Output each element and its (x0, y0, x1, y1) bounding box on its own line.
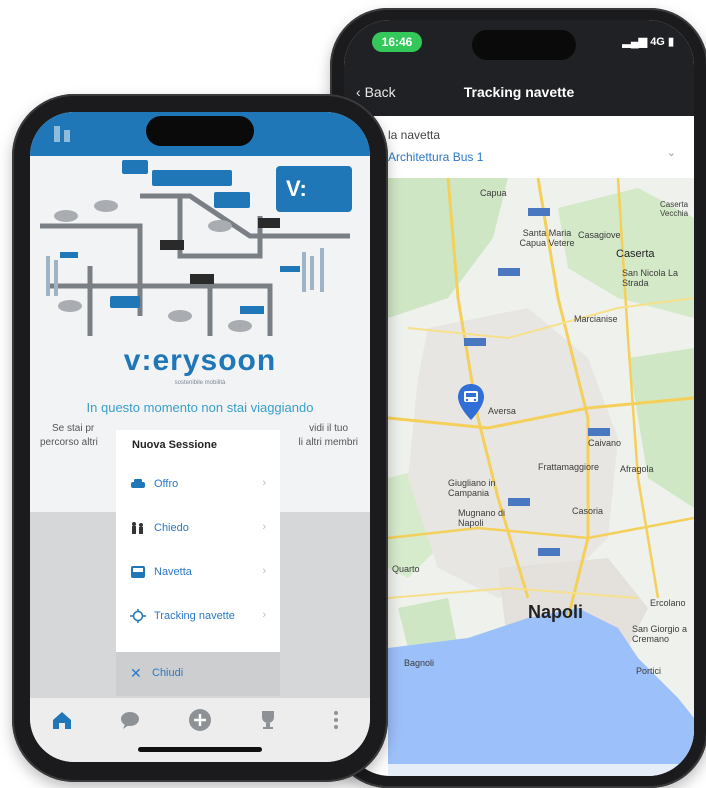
map-place-napoli: Napoli (528, 602, 584, 622)
selector-value[interactable]: Architettura Bus 1 (388, 150, 483, 164)
map-place-mugnano: Mugnano di Napoli (458, 508, 506, 528)
close-button[interactable]: ✕ Chiudi (116, 652, 280, 696)
more-icon[interactable] (324, 708, 348, 732)
close-label: Chiudi (152, 667, 184, 679)
map-place-san-nicola: San Nicola La Strada (622, 268, 679, 288)
session-screen: V: v:erysoon sostenibile mobilità In que… (30, 112, 370, 762)
map-place-quarto: Quarto (392, 564, 420, 574)
session-phone: V: v:erysoon sostenibile mobilità In que… (12, 94, 388, 782)
brand-badge-label: V: (286, 176, 307, 201)
map-place-caivano: Caivano (588, 438, 622, 448)
map-place-caserta-vecchia: Caserta Vecchia (660, 200, 689, 218)
status-message: In questo momento non stai viaggiando (86, 400, 314, 415)
brand-badge: V: (276, 166, 352, 212)
tab-bar (30, 698, 370, 762)
brand-tagline: sostenibile mobilità (174, 380, 226, 386)
dynamic-island (146, 116, 254, 146)
map-place-giugliano: Giugliano in Campania (448, 478, 496, 498)
signal-icon: ▂▄▆ (622, 36, 648, 48)
menu-item-label: Tracking navette (154, 610, 235, 622)
people-icon (130, 521, 146, 535)
tracking-screen: 16:46 ▂▄▆ 4G ▮ ‹ Back Tracking navette l… (344, 20, 694, 776)
menu-item-navetta[interactable]: Navetta › (116, 550, 280, 594)
menu-item-chiedo[interactable]: Chiedo › (116, 506, 280, 550)
map-place-bagnoli: Bagnoli (404, 658, 435, 668)
bus-location-pin-icon[interactable] (456, 383, 486, 421)
home-icon[interactable] (50, 708, 74, 732)
map-place-portici: Portici (636, 666, 662, 676)
home-indicator (138, 747, 262, 752)
battery-icon: ▮ (667, 36, 674, 48)
network-indicator: ▂▄▆ 4G ▮ (622, 35, 674, 48)
description-line-2-left: percorso altri (40, 437, 98, 448)
page-title: Tracking navette (463, 84, 575, 100)
map-place-capua: Capua (480, 188, 507, 198)
car-icon (130, 477, 146, 491)
menu-item-label: Offro (154, 478, 179, 490)
description-line-2-right: li altri membri (298, 437, 358, 448)
map-place-aversa: Aversa (488, 406, 516, 416)
tracking-icon (130, 609, 146, 623)
chevron-right-icon: › (262, 565, 266, 577)
chat-icon[interactable] (118, 708, 142, 732)
chevron-down-icon: ⌄ (666, 147, 676, 159)
add-icon[interactable] (188, 708, 212, 732)
menu-item-offro[interactable]: Offro › (116, 462, 280, 506)
map-place-san-giorgio: San Giorgio a Cremano (632, 624, 688, 644)
map-place-frattamaggiore: Frattamaggiore (538, 462, 600, 472)
menu-item-tracking-navette[interactable]: Tracking navette › (116, 594, 280, 638)
map-place-casoria: Casoria (572, 506, 604, 516)
brand-logo: v:erysoon (123, 344, 277, 377)
selector-label: la navetta (388, 128, 441, 142)
trophy-icon[interactable] (256, 708, 280, 732)
city-illustration: V: (30, 156, 370, 342)
network-label: 4G (650, 36, 665, 48)
chevron-right-icon: › (262, 477, 266, 489)
map-place-santa-maria: Santa Maria Capua Vetere (519, 228, 575, 248)
map-place-ercolano: Ercolano (650, 598, 686, 608)
close-icon: ✕ (130, 665, 142, 681)
chevron-right-icon: › (262, 521, 266, 533)
nav-bar: ‹ Back Tracking navette (344, 70, 694, 116)
description-line-1-left: Se stai pr (52, 423, 95, 434)
new-session-sheet: Nuova Sessione Offro › Chiedo › Navetta … (116, 430, 280, 652)
dynamic-island (472, 30, 576, 60)
map-place-caserta: Caserta (616, 248, 655, 260)
bus-icon (130, 565, 146, 579)
map-place-marcianise: Marcianise (574, 314, 618, 324)
sheet-title: Nuova Sessione (132, 439, 217, 451)
description-line-1-right: vidi il tuo (309, 423, 348, 434)
status-bar: 16:46 ▂▄▆ 4G ▮ (344, 20, 694, 70)
menu-item-label: Chiedo (154, 522, 189, 534)
chevron-right-icon: › (262, 609, 266, 621)
shuttle-selector[interactable]: la navetta Architettura Bus 1 ⌄ (344, 116, 694, 179)
menu-item-label: Navetta (154, 566, 192, 578)
map-view[interactable]: Capua Caserta Caserta Vecchia Santa Mari… (388, 178, 694, 776)
map-place-casagiove: Casagiove (578, 230, 621, 240)
app-logo-icon (54, 126, 70, 142)
status-time: 16:46 (372, 32, 422, 52)
map-place-afragola: Afragola (620, 464, 654, 474)
